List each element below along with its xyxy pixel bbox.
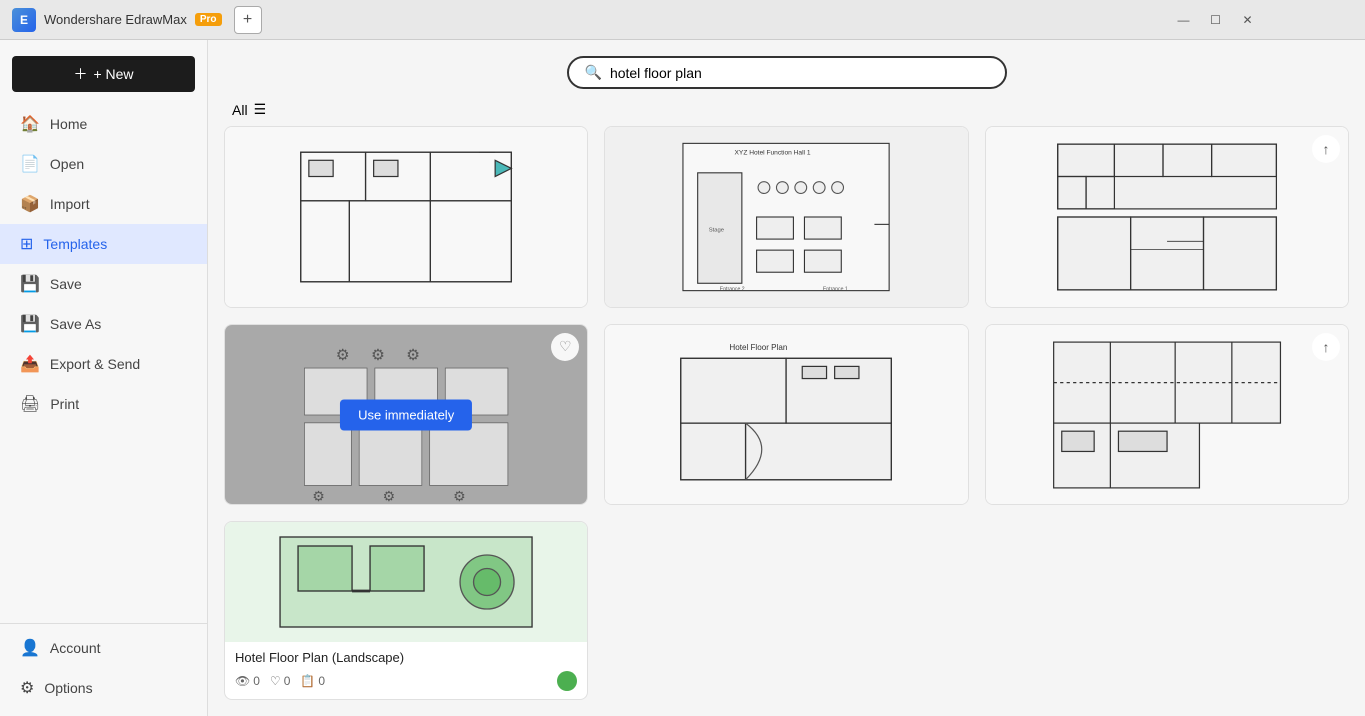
sidebar-item-open[interactable]: 📄 Open	[0, 144, 207, 184]
sidebar-label-open: Open	[50, 156, 84, 172]
sidebar-label-export: Export & Send	[50, 356, 140, 372]
card-image-6: ↑	[986, 325, 1348, 505]
template-card-5[interactable]: Hotel Floor Plan Hotel Floor Pl	[604, 324, 968, 506]
template-card-2[interactable]: XYZ Hotel Function Hall 1	[604, 126, 968, 308]
svg-text:Entrance 1: Entrance 1	[823, 287, 848, 293]
sidebar-item-templates[interactable]: ⊞ Templates	[0, 224, 207, 264]
close-button[interactable]: ✕	[1234, 6, 1262, 34]
card-image-1	[225, 127, 587, 307]
search-icon: 🔍	[585, 64, 602, 81]
card-image-2: XYZ Hotel Function Hall 1	[605, 127, 967, 307]
pro-badge: Pro	[195, 13, 222, 26]
home-icon: 🏠	[20, 114, 40, 134]
filter-menu-icon: ☰	[254, 101, 267, 118]
template-card-1[interactable]: Hotel floor plan design 👁 0 ♡ 0 📋 0	[224, 126, 588, 308]
svg-text:XYZ Hotel Function Hall 1: XYZ Hotel Function Hall 1	[735, 149, 811, 156]
svg-text:Entrance 2: Entrance 2	[720, 287, 745, 293]
logo-icon: E	[12, 8, 36, 32]
sidebar-label-templates: Templates	[43, 236, 107, 252]
card-image-4: ⚙ ⚙ ⚙ ⚙ ⚙ ⚙ Use	[225, 325, 587, 505]
sidebar-label-import: Import	[50, 196, 90, 212]
template-grid: Hotel floor plan design 👁 0 ♡ 0 📋 0 XY	[208, 126, 1365, 716]
new-button[interactable]: ＋ + New	[12, 56, 195, 92]
template-card-4[interactable]: ⚙ ⚙ ⚙ ⚙ ⚙ ⚙ Use	[224, 324, 588, 506]
card-info-4: Hotel Floor Plan Sample 👁 820 ♡ 6 📋 162 …	[225, 505, 587, 506]
scroll-top-button-6[interactable]: ↑	[1312, 333, 1340, 361]
template-card-6[interactable]: ↑ Hotel Floor Plan Example 👁 146 ♡ 1 📋 3…	[985, 324, 1349, 506]
likes-7: ♡ 0	[270, 674, 290, 688]
sidebar-label-home: Home	[50, 116, 87, 132]
options-icon: ⚙	[20, 678, 34, 698]
export-icon: 📤	[20, 354, 40, 374]
app-name: Wondershare EdrawMax	[44, 12, 187, 27]
sidebar-label-options: Options	[44, 680, 92, 696]
svg-text:⚙: ⚙	[453, 488, 466, 504]
copies-7: 📋 0	[300, 674, 325, 688]
avatar-7	[557, 671, 577, 691]
content-area: 🔍 All ☰	[208, 40, 1365, 716]
sidebar-item-export[interactable]: 📤 Export & Send	[0, 344, 207, 384]
card-title-7: Hotel Floor Plan (Landscape)	[235, 650, 577, 665]
save-icon: 💾	[20, 274, 40, 294]
card-info-6: Hotel Floor Plan Example 👁 146 ♡ 1 📋 32 …	[986, 505, 1348, 506]
plus-icon: ＋	[73, 64, 87, 84]
card-meta-7: 👁 0 ♡ 0 📋 0	[235, 671, 577, 691]
app-logo: E Wondershare EdrawMax Pro	[12, 8, 222, 32]
account-icon: 👤	[20, 638, 40, 658]
svg-text:⚙: ⚙	[312, 488, 325, 504]
sidebar-item-print[interactable]: 🖨 Print	[0, 384, 207, 424]
sidebar-item-save[interactable]: 💾 Save	[0, 264, 207, 304]
svg-text:⚙: ⚙	[336, 347, 350, 364]
svg-text:Stage: Stage	[709, 228, 724, 234]
card-info-1: Hotel floor plan design 👁 0 ♡ 0 📋 0	[225, 307, 587, 308]
sidebar-label-save: Save	[50, 276, 82, 292]
sidebar: ＋ + New 🏠 Home 📄 Open 📦 Import ⊞ Templat…	[0, 40, 208, 716]
filter-all-label: All	[232, 102, 248, 118]
filter-row: All ☰	[208, 101, 1365, 126]
sidebar-item-options[interactable]: ⚙ Options	[0, 668, 207, 708]
card-image-3: ↑	[986, 127, 1348, 307]
open-icon: 📄	[20, 154, 40, 174]
svg-text:⚙: ⚙	[383, 488, 396, 504]
saveas-icon: 💾	[20, 314, 40, 334]
svg-text:⚙: ⚙	[371, 347, 385, 364]
title-bar: E Wondershare EdrawMax Pro + — ☐ ✕	[0, 0, 1365, 40]
sidebar-item-account[interactable]: 👤 Account	[0, 628, 207, 668]
card-info-2: Almario Hotel Floor Plan 👁 71 ♡ 2 📋 9	[605, 307, 967, 308]
card-info-3: 2-Floor Hotel Floor Plan 👁 715 ♡ 6 📋 211…	[986, 307, 1348, 308]
template-card-7[interactable]: Hotel Floor Plan (Landscape) 👁 0 ♡ 0 📋 0	[224, 521, 588, 700]
import-icon: 📦	[20, 194, 40, 214]
sidebar-item-saveas[interactable]: 💾 Save As	[0, 304, 207, 344]
new-label: + New	[93, 66, 133, 82]
search-box: 🔍	[567, 56, 1007, 89]
scroll-top-button-3[interactable]: ↑	[1312, 135, 1340, 163]
maximize-button[interactable]: ☐	[1202, 6, 1230, 34]
sidebar-label-account: Account	[50, 640, 101, 656]
main-layout: ＋ + New 🏠 Home 📄 Open 📦 Import ⊞ Templat…	[0, 40, 1365, 716]
templates-icon: ⊞	[20, 234, 33, 254]
minimize-button[interactable]: —	[1170, 6, 1198, 34]
sidebar-item-home[interactable]: 🏠 Home	[0, 104, 207, 144]
sidebar-label-print: Print	[50, 396, 79, 412]
svg-text:Hotel Floor Plan: Hotel Floor Plan	[730, 343, 788, 352]
search-input[interactable]	[610, 65, 989, 81]
svg-text:⚙: ⚙	[406, 347, 420, 364]
print-icon: 🖨	[20, 394, 40, 414]
card-info-7: Hotel Floor Plan (Landscape) 👁 0 ♡ 0 📋 0	[225, 642, 587, 699]
card-image-5: Hotel Floor Plan	[605, 325, 967, 505]
use-immediately-button[interactable]: Use immediately	[340, 399, 472, 430]
sidebar-label-saveas: Save As	[50, 316, 101, 332]
heart-button-4[interactable]: ♡	[551, 333, 579, 361]
add-tab-button[interactable]: +	[234, 6, 262, 34]
card-image-7	[225, 522, 587, 642]
views-7: 👁 0	[235, 674, 260, 688]
sidebar-bottom: 👤 Account ⚙ Options	[0, 623, 207, 708]
template-card-3[interactable]: ↑ 2-Floor Hotel Floor Plan 👁 715 ♡ 6 📋 2…	[985, 126, 1349, 308]
window-controls: — ☐ ✕	[270, 6, 1262, 34]
sidebar-item-import[interactable]: 📦 Import	[0, 184, 207, 224]
search-area: 🔍	[208, 40, 1365, 101]
card-info-5: Hotel Floor Plan 👁 0 ♡ 0 📋 0	[605, 505, 967, 506]
filter-all-button[interactable]: All ☰	[232, 101, 266, 118]
